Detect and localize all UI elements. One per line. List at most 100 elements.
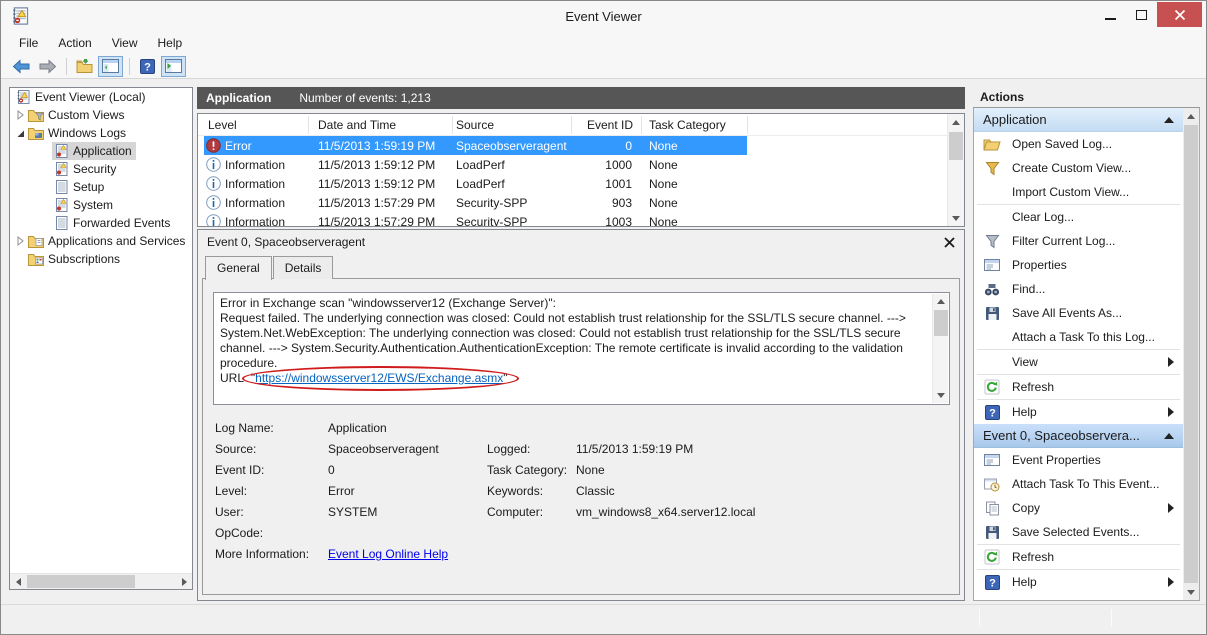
event-list-scrollbar[interactable] xyxy=(947,114,964,226)
action-attach-task-to-log[interactable]: Attach a Task To this Log... xyxy=(974,325,1183,349)
column-separator[interactable] xyxy=(747,116,748,134)
keywords-label: Keywords: xyxy=(487,484,543,498)
action-view[interactable]: View xyxy=(974,350,1183,374)
event-log-online-help-link[interactable]: Event Log Online Help xyxy=(328,547,448,561)
column-date-and-time[interactable]: Date and Time xyxy=(318,118,396,132)
tree-item-event-viewer-local[interactable]: Event Viewer (Local) xyxy=(10,88,192,106)
help-button[interactable]: ? xyxy=(135,56,160,77)
menu-help[interactable]: Help xyxy=(148,32,193,54)
action-save-selected-events[interactable]: Save Selected Events... xyxy=(974,520,1183,544)
actions-section-event0[interactable]: Event 0, Spaceobservera... xyxy=(974,424,1183,448)
chevron-right-icon[interactable] xyxy=(12,233,27,249)
tree-horizontal-scrollbar[interactable] xyxy=(10,573,192,589)
tree-item-forwarded-events[interactable]: Forwarded Events xyxy=(10,214,192,232)
action-copy[interactable]: Copy xyxy=(974,496,1183,520)
collapse-section-icon[interactable] xyxy=(1164,117,1174,123)
menu-file[interactable]: File xyxy=(9,32,48,54)
tree-item-security[interactable]: Security xyxy=(10,160,192,178)
log-header-bar: Application Number of events: 1,213 xyxy=(197,87,965,109)
url-label: URL xyxy=(220,371,244,385)
table-row-information[interactable]: Information 11/5/2013 1:59:12 PM LoadPer… xyxy=(198,174,947,193)
action-attach-task-to-event[interactable]: Attach Task To This Event... xyxy=(974,472,1183,496)
table-row-information[interactable]: Information 11/5/2013 1:59:12 PM LoadPer… xyxy=(198,155,947,174)
column-separator[interactable] xyxy=(452,116,453,134)
actions-scrollbar[interactable] xyxy=(1183,108,1199,600)
scroll-down-icon xyxy=(952,216,960,221)
tree-item-custom-views[interactable]: Custom Views xyxy=(10,106,192,124)
close-button[interactable] xyxy=(1157,2,1202,27)
event-detail-panel: Event 0, Spaceobserveragent General Deta… xyxy=(197,229,965,601)
scroll-up-button[interactable] xyxy=(933,294,948,309)
column-level[interactable]: Level xyxy=(208,118,237,132)
action-clear-log[interactable]: Clear Log... xyxy=(974,205,1183,229)
action-help[interactable]: ? Help xyxy=(974,400,1183,424)
open-saved-log-button[interactable] xyxy=(72,56,97,77)
show-console-tree-button[interactable] xyxy=(98,56,123,77)
scroll-down-icon xyxy=(1187,590,1195,595)
action-help-event[interactable]: ? Help xyxy=(974,570,1183,594)
back-button[interactable] xyxy=(9,56,34,77)
log-name: Application xyxy=(206,91,271,105)
url-annotation-wrap: "https://windowsserver12/EWS/Exchange.as… xyxy=(251,371,508,385)
tab-details[interactable]: Details xyxy=(273,256,334,279)
scroll-down-button[interactable] xyxy=(1183,584,1199,600)
column-source[interactable]: Source xyxy=(456,118,494,132)
actions-section-application[interactable]: Application xyxy=(974,108,1183,132)
collapse-section-icon[interactable] xyxy=(1164,433,1174,439)
event-id-label: Event ID: xyxy=(215,463,264,477)
event-list: Level Date and Time Source Event ID Task… xyxy=(197,113,965,227)
action-find[interactable]: Find... xyxy=(974,277,1183,301)
column-event-id[interactable]: Event ID xyxy=(571,118,633,132)
scrollbar-thumb[interactable] xyxy=(27,575,135,588)
scroll-left-button[interactable] xyxy=(10,574,26,589)
action-properties[interactable]: Properties xyxy=(974,253,1183,277)
table-row-information-clipped[interactable]: Information 11/5/2013 1:57:29 PM Securit… xyxy=(198,212,947,227)
table-row-error[interactable]: Error 11/5/2013 1:59:19 PM Spaceobserver… xyxy=(198,136,947,155)
table-row-information[interactable]: Information 11/5/2013 1:57:29 PM Securit… xyxy=(198,193,947,212)
svg-text:?: ? xyxy=(989,407,996,419)
action-filter-current-log[interactable]: Filter Current Log... xyxy=(974,229,1183,253)
scrollbar-thumb[interactable] xyxy=(1184,125,1198,583)
action-save-all-events-as[interactable]: Save All Events As... xyxy=(974,301,1183,325)
scroll-up-button[interactable] xyxy=(948,114,964,130)
tree-item-system[interactable]: System xyxy=(10,196,192,214)
computer-value: vm_windows8_x64.server12.local xyxy=(576,505,755,519)
scroll-up-button[interactable] xyxy=(1183,108,1199,124)
menu-view[interactable]: View xyxy=(102,32,148,54)
console-tree-panel: Event Viewer (Local) Custom Views Window… xyxy=(9,87,193,590)
tree-item-windows-logs[interactable]: Windows Logs xyxy=(10,124,192,142)
tree-item-setup[interactable]: Setup xyxy=(10,178,192,196)
maximize-button[interactable] xyxy=(1126,2,1157,27)
funnel-gold-icon xyxy=(982,159,1002,177)
tree-item-subscriptions[interactable]: Subscriptions xyxy=(10,250,192,268)
status-separator xyxy=(1111,609,1112,627)
scrollbar-thumb[interactable] xyxy=(934,310,948,336)
scroll-down-button[interactable] xyxy=(933,388,948,403)
tree-item-applications-and-services[interactable]: Applications and Services xyxy=(10,232,192,250)
minimize-button[interactable] xyxy=(1095,2,1126,27)
column-separator[interactable] xyxy=(571,116,572,134)
no-icon xyxy=(982,328,1002,346)
scroll-down-button[interactable] xyxy=(948,210,964,226)
column-separator[interactable] xyxy=(641,116,642,134)
show-action-pane-button[interactable] xyxy=(161,56,186,77)
message-scrollbar[interactable] xyxy=(932,294,948,403)
action-open-saved-log[interactable]: Open Saved Log... xyxy=(974,132,1183,156)
scrollbar-thumb[interactable] xyxy=(949,132,963,160)
chevron-expanded-icon[interactable] xyxy=(12,125,27,141)
action-refresh[interactable]: Refresh xyxy=(974,375,1183,399)
menu-action[interactable]: Action xyxy=(48,32,101,54)
action-create-custom-view[interactable]: Create Custom View... xyxy=(974,156,1183,180)
detail-close-button[interactable] xyxy=(942,235,956,249)
action-import-custom-view[interactable]: Import Custom View... xyxy=(974,180,1183,204)
scroll-right-button[interactable] xyxy=(176,574,192,589)
action-event-properties[interactable]: Event Properties xyxy=(974,448,1183,472)
column-separator[interactable] xyxy=(308,116,309,134)
forward-button[interactable] xyxy=(35,56,60,77)
tree-item-application[interactable]: Application xyxy=(10,142,192,160)
exchange-url-link[interactable]: https://windowsserver12/EWS/Exchange.asm… xyxy=(255,371,503,385)
chevron-right-icon[interactable] xyxy=(12,107,27,123)
action-refresh-event[interactable]: Refresh xyxy=(974,545,1183,569)
tab-general[interactable]: General xyxy=(205,256,272,280)
column-task-category[interactable]: Task Category xyxy=(649,118,726,132)
